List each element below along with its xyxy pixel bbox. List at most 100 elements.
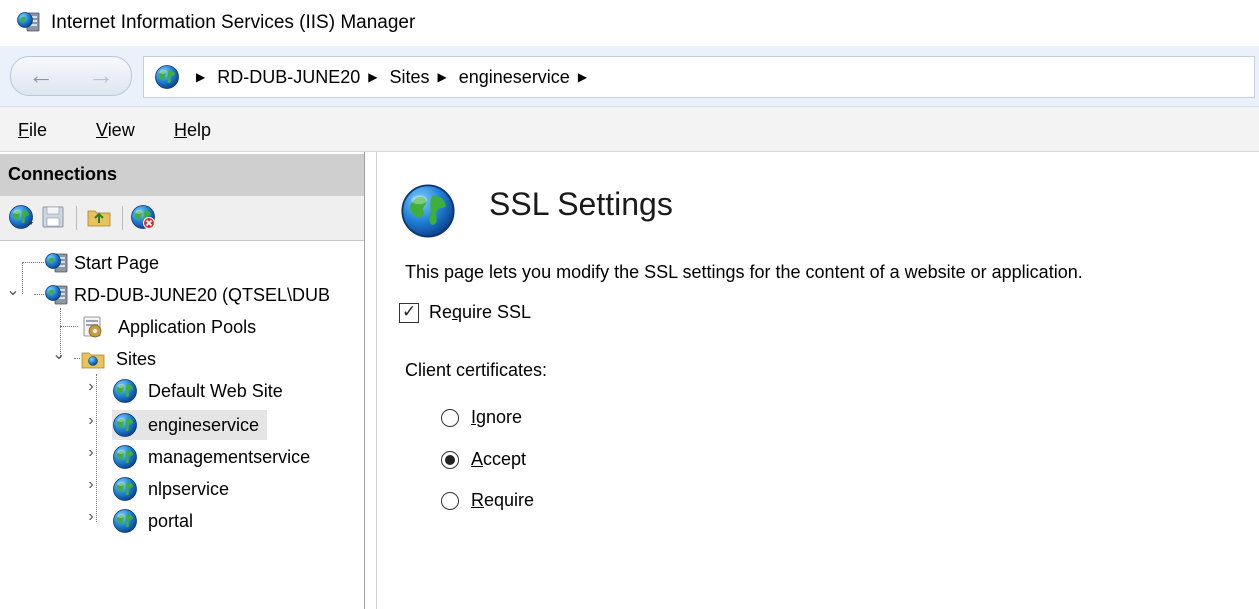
tree-item-portal[interactable]: portal xyxy=(112,506,197,536)
breadcrumb-separator-icon[interactable]: ▶ xyxy=(196,70,205,84)
connect-globe-icon[interactable] xyxy=(8,204,34,230)
require-ssl-checkbox-box[interactable]: ✓ xyxy=(399,301,419,323)
radio-accept[interactable]: Accept xyxy=(441,449,526,470)
connections-toolbar xyxy=(0,196,364,241)
tree-item-start-page[interactable]: Start Page xyxy=(44,248,163,278)
tree-item-label: Sites xyxy=(116,348,157,369)
require-ssl-label[interactable]: Require SSL xyxy=(429,302,531,323)
tree-item-application-pools[interactable]: Application Pools xyxy=(80,312,260,342)
disconnect-icon[interactable] xyxy=(130,204,156,230)
start-page-icon xyxy=(44,250,70,276)
tree-connector xyxy=(22,262,23,294)
tree-item-nlpservice[interactable]: nlpservice xyxy=(112,474,233,504)
ssl-settings-globe-icon xyxy=(399,182,457,240)
expand-icon[interactable]: › xyxy=(84,508,98,526)
page-title: SSL Settings xyxy=(489,186,673,222)
application-pools-icon xyxy=(80,314,106,340)
collapse-icon[interactable]: ⌄ xyxy=(6,280,20,300)
radio-require-mnemonic: R xyxy=(471,490,484,510)
title-bar: Internet Information Services (IIS) Mana… xyxy=(0,0,1259,46)
tree-item-label: portal xyxy=(148,510,194,531)
toolbar-separator xyxy=(76,206,77,230)
expand-icon[interactable]: › xyxy=(84,378,98,396)
connections-tree: Start Page ⌄ RD-DUB-JUNE20 (QTSEL\DUB Ap… xyxy=(0,242,364,602)
navigation-buttons: ← → xyxy=(10,56,132,96)
back-button[interactable]: ← xyxy=(11,57,71,95)
breadcrumb-separator-icon[interactable]: ▶ xyxy=(578,70,587,84)
breadcrumb-server[interactable]: RD-DUB-JUNE20 xyxy=(217,65,360,90)
globe-icon xyxy=(154,64,180,90)
tree-connector xyxy=(60,326,78,327)
server-icon xyxy=(44,282,70,308)
radio-require-label[interactable]: Require xyxy=(471,490,534,511)
breadcrumb-sites[interactable]: Sites xyxy=(389,65,429,90)
menu-view-mnemonic: V xyxy=(96,120,108,140)
client-certificates-label: Client certificates: xyxy=(405,360,548,380)
menu-view-label: iew xyxy=(107,120,135,140)
menu-file[interactable]: File xyxy=(18,120,47,141)
radio-accept-circle[interactable] xyxy=(441,450,459,469)
tree-item-sites[interactable]: Sites xyxy=(80,344,160,374)
breadcrumb-engineservice[interactable]: engineservice xyxy=(459,65,570,90)
collapse-icon[interactable]: ⌄ xyxy=(52,344,66,364)
menu-file-mnemonic: F xyxy=(18,120,29,140)
tree-item-engineservice[interactable]: engineservice xyxy=(112,410,268,440)
tree-connector xyxy=(22,262,44,263)
ssl-settings-panel: SSL Settings This page lets you modify t… xyxy=(376,152,1259,609)
up-folder-icon[interactable] xyxy=(86,204,112,230)
radio-ignore-label[interactable]: Ignore xyxy=(471,407,522,428)
require-ssl-checkbox[interactable]: ✓ Require SSL xyxy=(399,302,531,323)
radio-accept-mnemonic: A xyxy=(471,449,484,469)
globe-icon xyxy=(112,508,138,534)
menu-view[interactable]: View xyxy=(96,120,135,141)
require-ssl-label-start: Re xyxy=(429,302,453,322)
expand-icon[interactable]: › xyxy=(84,476,98,494)
menu-help[interactable]: Help xyxy=(174,120,211,141)
radio-ignore-text: gnore xyxy=(476,407,523,427)
tree-item-label: managementservice xyxy=(148,446,311,467)
radio-accept-text: ccept xyxy=(483,449,527,469)
globe-icon xyxy=(112,444,138,470)
tree-item-label: nlpservice xyxy=(148,478,230,499)
tree-item-default-web-site[interactable]: Default Web Site xyxy=(112,376,287,406)
connections-title: Connections xyxy=(8,164,118,184)
tree-item-label: RD-DUB-JUNE20 (QTSEL\DUB xyxy=(74,284,331,305)
radio-ignore-circle[interactable] xyxy=(441,408,459,427)
forward-button[interactable]: → xyxy=(71,57,131,95)
tree-item-managementservice[interactable]: managementservice xyxy=(112,442,314,472)
globe-icon xyxy=(112,412,138,438)
globe-icon xyxy=(112,378,138,404)
save-icon[interactable] xyxy=(40,204,66,230)
tree-connector xyxy=(34,294,44,295)
iis-manager-icon xyxy=(16,9,42,35)
address-bar: ← → ▶ RD-DUB-JUNE20 ▶ Sites ▶ engineserv… xyxy=(0,46,1259,107)
radio-require-circle[interactable] xyxy=(441,491,459,510)
tree-item-label: Application Pools xyxy=(118,316,257,337)
radio-require-text: equire xyxy=(484,490,535,510)
globe-icon xyxy=(112,476,138,502)
tree-item-label: Start Page xyxy=(74,252,160,273)
tree-item-label: Default Web Site xyxy=(148,380,283,401)
menu-help-label: elp xyxy=(187,120,212,140)
radio-require[interactable]: Require xyxy=(441,490,534,511)
menu-help-mnemonic: H xyxy=(174,120,187,140)
require-ssl-mnemonic: q xyxy=(452,302,463,322)
page-description: This page lets you modify the SSL settin… xyxy=(405,262,1083,282)
radio-accept-label[interactable]: Accept xyxy=(471,449,526,470)
breadcrumb[interactable]: ▶ RD-DUB-JUNE20 ▶ Sites ▶ engineservice … xyxy=(143,56,1255,98)
breadcrumb-separator-icon[interactable]: ▶ xyxy=(368,70,377,84)
menu-bar: File View Help xyxy=(0,107,1259,152)
radio-ignore[interactable]: Ignore xyxy=(441,407,522,428)
require-ssl-label-end: uire SSL xyxy=(462,302,532,322)
toolbar-separator xyxy=(122,206,123,230)
expand-icon[interactable]: › xyxy=(84,412,98,430)
connections-panel: Connections Start Page ⌄ RD-DUB-JUNE20 (… xyxy=(0,152,365,609)
menu-file-label: ile xyxy=(29,120,48,140)
window-title: Internet Information Services (IIS) Mana… xyxy=(51,12,416,33)
tree-item-label: engineservice xyxy=(144,412,264,438)
expand-icon[interactable]: › xyxy=(84,444,98,462)
breadcrumb-separator-icon[interactable]: ▶ xyxy=(438,70,447,84)
tree-item-server[interactable]: RD-DUB-JUNE20 (QTSEL\DUB xyxy=(44,280,334,310)
connections-header: Connections xyxy=(0,154,364,196)
checkmark-icon: ✓ xyxy=(402,301,417,321)
